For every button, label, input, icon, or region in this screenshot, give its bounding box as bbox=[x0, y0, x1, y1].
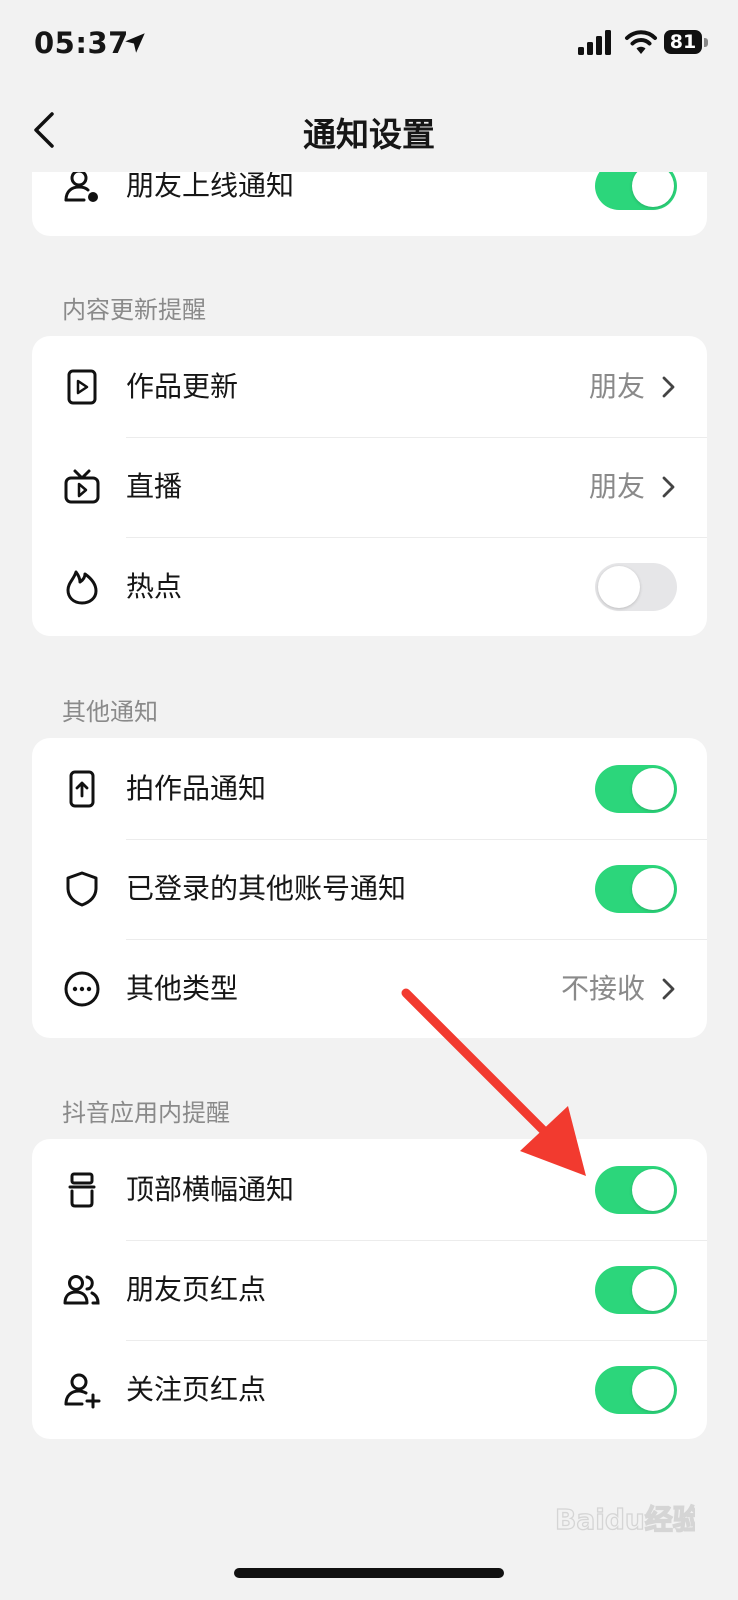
row-live[interactable]: 直播 朋友 bbox=[32, 436, 707, 538]
friends-red-dot-toggle[interactable] bbox=[595, 1266, 677, 1314]
row-other-accounts: 已登录的其他账号通知 bbox=[32, 838, 707, 940]
row-value: 朋友 bbox=[588, 470, 645, 503]
row-label: 其他类型 bbox=[126, 972, 239, 1005]
user-dot-icon bbox=[64, 169, 98, 202]
section-header-other: 其他通知 bbox=[62, 698, 158, 726]
baidu-watermark-logo: Baidu经验 bbox=[555, 1502, 695, 1536]
status-time: 05:37 bbox=[34, 26, 129, 60]
in-app-reminders-card: 顶部横幅通知 朋友页红点 关注页红点 bbox=[32, 1139, 707, 1439]
row-shoot-works: 拍作品通知 bbox=[32, 738, 707, 840]
follow-add-icon bbox=[64, 1373, 101, 1409]
flame-icon bbox=[66, 570, 98, 605]
row-label: 拍作品通知 bbox=[126, 772, 267, 805]
shield-icon bbox=[66, 871, 98, 907]
more-circle-icon bbox=[64, 971, 100, 1007]
row-works-update[interactable]: 作品更新 朋友 bbox=[32, 336, 707, 438]
status-bar: 05:37 81 bbox=[0, 0, 738, 90]
row-friends-red-dot: 朋友页红点 bbox=[32, 1239, 707, 1341]
row-hotspot: 热点 bbox=[32, 536, 707, 636]
top-banner-toggle[interactable] bbox=[595, 1166, 677, 1214]
chevron-right-icon bbox=[662, 978, 675, 1000]
location-arrow-icon bbox=[125, 33, 145, 53]
home-indicator[interactable] bbox=[234, 1568, 504, 1578]
row-value: 朋友 bbox=[588, 370, 645, 403]
row-label: 关注页红点 bbox=[126, 1373, 267, 1406]
follow-red-dot-toggle[interactable] bbox=[595, 1366, 677, 1414]
signal-icon bbox=[578, 30, 611, 55]
row-label: 朋友上线通知 bbox=[126, 169, 295, 202]
battery-icon: 81 bbox=[664, 30, 708, 56]
video-icon bbox=[67, 369, 97, 405]
navigation-bar: 通知设置 bbox=[0, 90, 738, 172]
section-header-content-updates: 内容更新提醒 bbox=[62, 296, 206, 324]
row-label: 顶部横幅通知 bbox=[126, 1173, 295, 1206]
row-label: 已登录的其他账号通知 bbox=[126, 872, 407, 905]
page-title: 通知设置 bbox=[303, 115, 435, 154]
row-label: 热点 bbox=[126, 570, 183, 603]
banner-icon bbox=[68, 1172, 96, 1208]
wifi-icon bbox=[625, 30, 657, 54]
hotspot-toggle[interactable] bbox=[595, 563, 677, 611]
phone-upload-icon bbox=[69, 770, 95, 808]
row-top-banner: 顶部横幅通知 bbox=[32, 1139, 707, 1241]
shoot-works-toggle[interactable] bbox=[595, 765, 677, 813]
row-value: 不接收 bbox=[560, 972, 645, 1005]
row-other-types[interactable]: 其他类型 不接收 bbox=[32, 938, 707, 1038]
friends-icon bbox=[63, 1275, 100, 1305]
battery-level: 81 bbox=[664, 30, 702, 54]
row-label: 朋友页红点 bbox=[126, 1273, 267, 1306]
tv-play-icon bbox=[64, 469, 100, 504]
watermark-text: Baidu经验 bbox=[555, 1503, 695, 1536]
row-follow-red-dot: 关注页红点 bbox=[32, 1339, 707, 1439]
other-accounts-toggle[interactable] bbox=[595, 865, 677, 913]
chevron-right-icon bbox=[662, 376, 675, 398]
section-header-in-app: 抖音应用内提醒 bbox=[62, 1099, 230, 1127]
row-label: 直播 bbox=[126, 470, 183, 503]
content-updates-card: 作品更新 朋友 直播 朋友 热点 bbox=[32, 336, 707, 636]
row-label: 作品更新 bbox=[126, 370, 239, 403]
other-notifications-card: 拍作品通知 已登录的其他账号通知 其他类型 不接收 bbox=[32, 738, 707, 1038]
chevron-right-icon bbox=[662, 476, 675, 498]
